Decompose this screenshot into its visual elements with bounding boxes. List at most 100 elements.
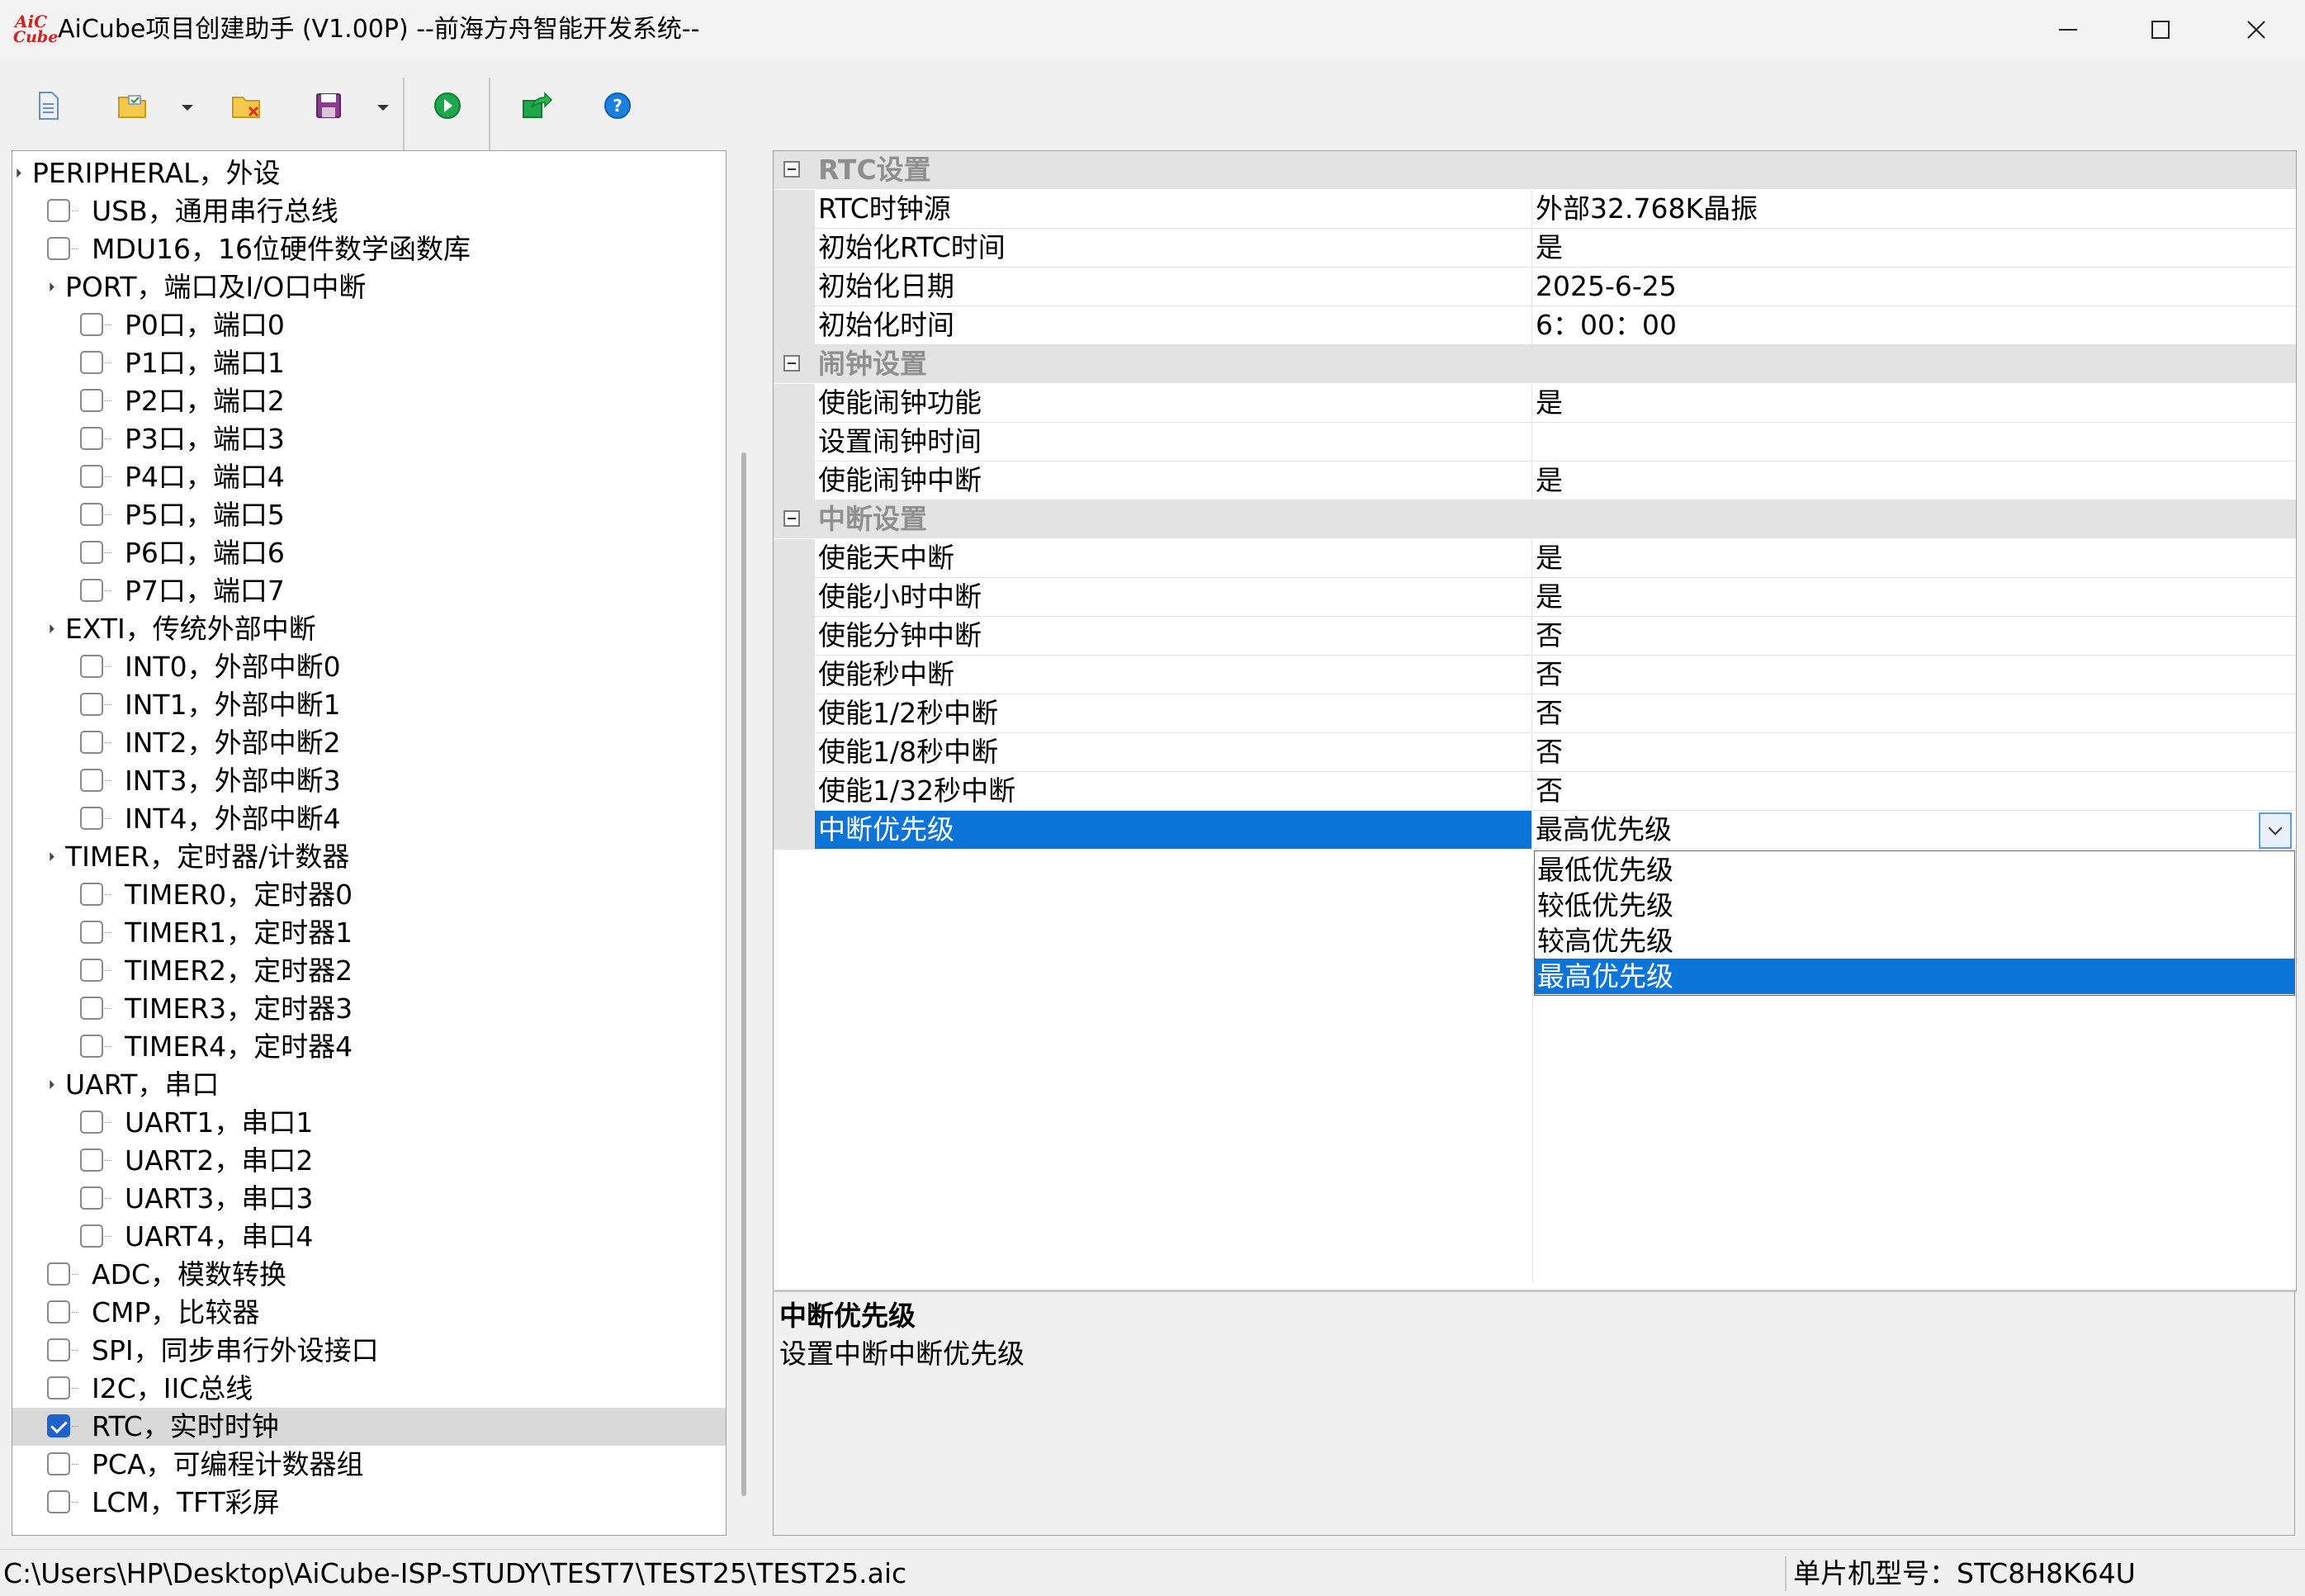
property-value-cell[interactable]: 是 [1532,578,2296,617]
tree-item[interactable]: PCA，可编程计数器组 [12,1446,726,1484]
checkbox[interactable] [80,769,103,792]
property-name-cell[interactable]: 使能闹钟中断 [815,462,1532,500]
tree-scrollbar[interactable] [741,452,746,1496]
grid-property-row[interactable]: 使能小时中断 是 [774,578,2296,617]
tree-item[interactable]: TIMER1，定时器1 [12,914,726,952]
property-value-cell[interactable]: 是 [1532,229,2296,268]
grid-property-row[interactable]: 初始化时间 6：00：00 [774,306,2296,345]
tree-item[interactable]: UART4，串口4 [12,1218,726,1256]
tree-item[interactable]: P2口，端口2 [12,382,726,420]
expand-icon[interactable]: ◢ [35,272,66,303]
property-value-cell[interactable]: 否 [1532,772,2296,811]
property-name-cell[interactable]: 初始化时间 [815,306,1532,345]
property-value-cell[interactable]: 是 [1532,462,2296,500]
checkbox[interactable] [80,693,103,716]
property-name-cell[interactable]: 使能小时中断 [815,578,1532,617]
property-value-cell[interactable] [1532,423,2296,462]
property-name-cell[interactable]: 使能闹钟功能 [815,384,1532,423]
checkbox[interactable] [80,313,103,336]
checkbox[interactable] [80,1148,103,1172]
grid-property-row[interactable]: 使能1/2秒中断 否 [774,694,2296,733]
tree-item[interactable]: P6口，端口6 [12,534,726,572]
help-button[interactable]: ? [594,83,641,129]
property-value-cell[interactable]: 是 [1532,384,2296,423]
grid-property-row[interactable]: 使能1/32秒中断 否 [774,772,2296,811]
property-value-cell[interactable]: 否 [1532,733,2296,772]
checkbox[interactable] [80,921,103,944]
checkbox[interactable] [80,541,103,564]
checkbox[interactable] [80,389,103,412]
tree-group[interactable]: ◢ PORT，端口及I/O口中断 [12,268,726,306]
property-grid[interactable]: RTC设置 RTC时钟源 外部32.768K晶振 初始化RTC时间是初始化日期 2025… [773,150,2297,1291]
expand-icon[interactable]: ◢ [35,841,66,873]
grid-property-row[interactable]: 使能闹钟中断 是 [774,462,2296,500]
collapse-icon[interactable] [783,510,800,527]
property-name-cell[interactable]: 初始化日期 [815,268,1532,306]
checkbox[interactable] [47,199,70,222]
grid-property-row[interactable]: 设置闹钟时间 [774,423,2296,462]
open-dropdown-icon[interactable] [177,97,197,117]
grid-property-row[interactable]: 使能分钟中断 否 [774,617,2296,656]
property-value-cell[interactable]: 2025-6-25 [1532,268,2296,306]
checkbox[interactable] [80,1186,103,1210]
checkbox[interactable] [47,1338,70,1362]
checkbox[interactable] [47,237,70,260]
checkbox[interactable] [80,427,103,450]
checkbox[interactable] [80,503,103,526]
property-value-cell[interactable]: 否 [1532,656,2296,694]
tree-item[interactable]: TIMER2，定时器2 [12,952,726,990]
checkbox[interactable] [80,731,103,754]
tree-item[interactable]: RTC，实时时钟 [12,1408,726,1446]
property-value-cell[interactable]: 6：00：00 [1532,306,2296,345]
tree-item[interactable]: P7口，端口7 [12,572,726,610]
checkbox[interactable] [80,883,103,906]
checkbox[interactable] [80,579,103,602]
property-value-cell[interactable]: 否 [1532,694,2296,733]
tree-item[interactable]: INT2，外部中断2 [12,724,726,762]
tree-item[interactable]: INT4，外部中断4 [12,800,726,838]
checkbox[interactable] [47,1376,70,1399]
checkbox[interactable] [80,655,103,678]
checkbox[interactable] [80,1224,103,1248]
grid-property-row[interactable]: 初始化RTC时间 是 [774,229,2296,268]
tree-item[interactable]: CMP，比较器 [12,1294,726,1332]
property-name-cell[interactable]: 使能秒中断 [815,656,1532,694]
checkbox[interactable] [80,1035,103,1058]
grid-category[interactable]: RTC设置 [774,151,2296,189]
tree-item[interactable]: P0口，端口0 [12,306,726,344]
dropdown-option[interactable]: 较高优先级 [1535,923,2294,959]
grid-property-row[interactable]: 使能闹钟功能 是 [774,384,2296,423]
checkbox[interactable] [80,465,103,488]
tree-item[interactable]: INT1，外部中断1 [12,686,726,724]
property-value-cell[interactable]: 是 [1532,539,2296,578]
priority-dropdown-list[interactable]: 最低优先级 较低优先级 较高优先级 最高优先级 [1534,850,2295,996]
tree-item[interactable]: INT3，外部中断3 [12,762,726,800]
save-button[interactable] [305,83,352,129]
minimize-button[interactable] [2019,0,2117,59]
expand-icon[interactable]: ◢ [35,613,66,645]
expand-icon[interactable]: ◢ [12,158,33,189]
tree-item[interactable]: TIMER3，定时器3 [12,990,726,1028]
save-dropdown-icon[interactable] [373,97,393,117]
tree-group[interactable]: ◢ TIMER，定时器/计数器 [12,838,726,876]
grid-property-row[interactable]: 使能天中断 是 [774,539,2296,578]
tree-item[interactable]: P5口，端口5 [12,496,726,534]
maximize-button[interactable] [2112,0,2209,59]
grid-property-row[interactable]: 中断优先级 最高优先级 [774,811,2296,850]
property-name-cell[interactable]: 使能天中断 [815,539,1532,578]
checkbox[interactable] [80,807,103,830]
grid-property-row[interactable]: 使能秒中断 否 [774,656,2296,694]
grid-property-row[interactable]: 初始化日期 2025-6-25 [774,268,2296,306]
export-button[interactable] [512,83,558,129]
checkbox[interactable] [47,1300,70,1324]
expand-icon[interactable]: ◢ [35,1069,66,1101]
tree-item[interactable]: P1口，端口1 [12,344,726,382]
tree-item[interactable]: UART2，串口2 [12,1142,726,1180]
checkbox[interactable] [80,1111,103,1134]
property-value-cell[interactable]: 否 [1532,617,2296,656]
property-name-cell[interactable]: 使能1/2秒中断 [815,694,1532,733]
tree-item[interactable]: UART3，串口3 [12,1180,726,1218]
tree-item[interactable]: ADC，模数转换 [12,1256,726,1294]
property-name-cell[interactable]: RTC时钟源 [815,190,1532,229]
tree-item[interactable]: TIMER0，定时器0 [12,876,726,914]
